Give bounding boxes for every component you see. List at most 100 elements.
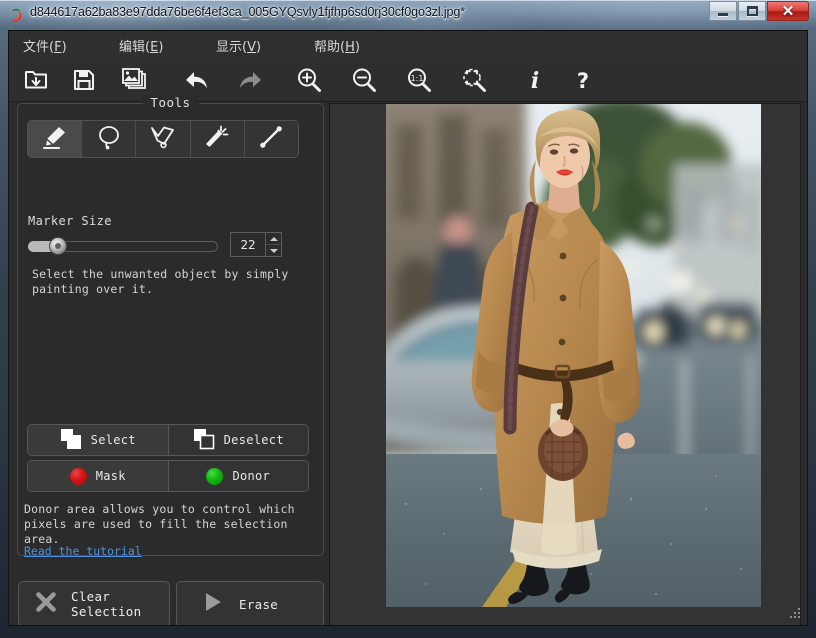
photo-illustration: [386, 104, 761, 607]
mask-button[interactable]: Mask: [28, 461, 169, 491]
zoom-actual-button[interactable]: 1:1: [397, 63, 441, 97]
marker-icon: [40, 124, 70, 155]
polygon-lasso-icon: [148, 124, 178, 155]
menu-edit[interactable]: 编辑(E): [119, 36, 163, 55]
menu-file-key: F: [54, 40, 61, 55]
tools-panel-legend: Tools: [142, 95, 198, 110]
svg-text:1:1: 1:1: [411, 74, 424, 83]
line-tool-button[interactable]: [245, 121, 298, 157]
donor-button[interactable]: Donor: [169, 461, 309, 491]
undo-button[interactable]: [174, 63, 218, 97]
polygon-lasso-tool-button[interactable]: [136, 121, 190, 157]
image-canvas-area[interactable]: [329, 103, 801, 626]
donor-label: Donor: [232, 469, 270, 483]
erase-button[interactable]: Erase: [176, 581, 324, 626]
donor-color-swatch-icon: [206, 468, 223, 485]
menu-file[interactable]: 文件(F): [23, 36, 67, 55]
menu-view[interactable]: 显示(V): [216, 36, 261, 55]
menu-edit-key: E: [150, 40, 158, 55]
menu-file-label: 文件: [23, 40, 49, 55]
stepper-buttons: [265, 233, 281, 256]
open-button[interactable]: [14, 63, 58, 97]
zoom-in-icon: [295, 66, 323, 94]
help-button[interactable]: ?: [561, 63, 605, 97]
slider-thumb[interactable]: [49, 237, 67, 255]
magic-wand-tool-button[interactable]: [191, 121, 245, 157]
zoom-out-button[interactable]: [342, 63, 386, 97]
close-x-icon: [35, 591, 57, 618]
menu-edit-label: 编辑: [119, 40, 145, 55]
window-top-highlight: [0, 0, 816, 1]
deselect-icon: [193, 428, 215, 453]
marker-size-label: Marker Size: [28, 214, 112, 228]
tool-selector-strip: [27, 120, 299, 158]
images-icon: [122, 68, 148, 92]
line-icon: [257, 124, 285, 155]
close-icon: ✕: [782, 4, 795, 19]
clear-selection-label: Clear Selection: [71, 589, 141, 619]
close-button[interactable]: ✕: [767, 1, 809, 21]
resize-grip[interactable]: [789, 607, 802, 620]
svg-text:i: i: [531, 68, 539, 93]
erase-label: Erase: [239, 597, 278, 612]
images-button[interactable]: [113, 63, 157, 97]
maximize-icon: [747, 6, 758, 16]
mask-label: Mask: [96, 469, 126, 483]
zoom-in-button[interactable]: [287, 63, 331, 97]
redo-icon: [237, 68, 265, 92]
tool-bar: 1:1 i ?: [9, 59, 807, 102]
chili-pepper-icon: [8, 7, 25, 24]
tools-panel: Tools: [17, 103, 324, 556]
menu-bar: 文件(F) 编辑(E) 显示(V) 帮助(H): [9, 31, 807, 60]
marker-size-slider[interactable]: [28, 236, 218, 256]
donor-hint-text: Donor area allows you to control which p…: [24, 502, 324, 547]
chevron-down-icon: [270, 249, 278, 253]
title-bar[interactable]: d844617a62ba83e97dda76be6f4ef3ca_005GYQs…: [0, 0, 816, 30]
select-icon: [60, 428, 82, 453]
zoom-out-icon: [350, 66, 378, 94]
svg-text:?: ?: [577, 69, 589, 93]
read-tutorial-link[interactable]: Read the tutorial: [24, 544, 142, 558]
help-icon: ?: [572, 67, 594, 93]
menu-help[interactable]: 帮助(H): [314, 36, 360, 55]
marker-size-value[interactable]: 22: [231, 233, 265, 256]
window-title: d844617a62ba83e97dda76be6f4ef3ca_005GYQs…: [30, 5, 465, 19]
stepper-up-button[interactable]: [266, 233, 281, 245]
open-icon: [23, 67, 49, 93]
select-button[interactable]: Select: [28, 425, 169, 455]
minimize-icon: [718, 13, 728, 16]
stepper-down-button[interactable]: [266, 245, 281, 256]
maximize-button[interactable]: [738, 1, 766, 21]
deselect-button[interactable]: Deselect: [169, 425, 309, 455]
client-area: 文件(F) 编辑(E) 显示(V) 帮助(H): [8, 30, 808, 626]
menu-help-label: 帮助: [314, 40, 340, 55]
select-label: Select: [91, 433, 136, 447]
redo-button[interactable]: [229, 63, 273, 97]
photo-image[interactable]: [386, 104, 761, 607]
lasso-icon: [95, 124, 123, 155]
chevron-up-icon: [270, 237, 278, 241]
play-triangle-icon: [203, 591, 223, 618]
minimize-button[interactable]: [709, 1, 737, 21]
menu-view-label: 显示: [216, 40, 242, 55]
save-icon: [72, 68, 96, 92]
deselect-label: Deselect: [224, 433, 284, 447]
selection-mode-group: Select Deselect: [27, 424, 309, 456]
marker-size-stepper[interactable]: 22: [230, 232, 282, 257]
clear-selection-button[interactable]: Clear Selection: [18, 581, 170, 626]
menu-help-key: H: [345, 40, 355, 55]
save-button[interactable]: [62, 63, 106, 97]
zoom-actual-icon: 1:1: [405, 66, 433, 94]
zoom-fit-button[interactable]: [452, 63, 496, 97]
mask-color-swatch-icon: [70, 468, 87, 485]
zoom-fit-icon: [460, 66, 488, 94]
undo-icon: [182, 68, 210, 92]
lasso-tool-button[interactable]: [82, 121, 136, 157]
paint-hint-text: Select the unwanted object by simply pai…: [32, 267, 302, 297]
area-type-group: Mask Donor: [27, 460, 309, 492]
info-icon: i: [524, 67, 546, 93]
marker-tool-button[interactable]: [28, 121, 82, 157]
magic-wand-icon: [203, 124, 231, 155]
info-button[interactable]: i: [513, 63, 557, 97]
application-window: d844617a62ba83e97dda76be6f4ef3ca_005GYQs…: [0, 0, 816, 638]
